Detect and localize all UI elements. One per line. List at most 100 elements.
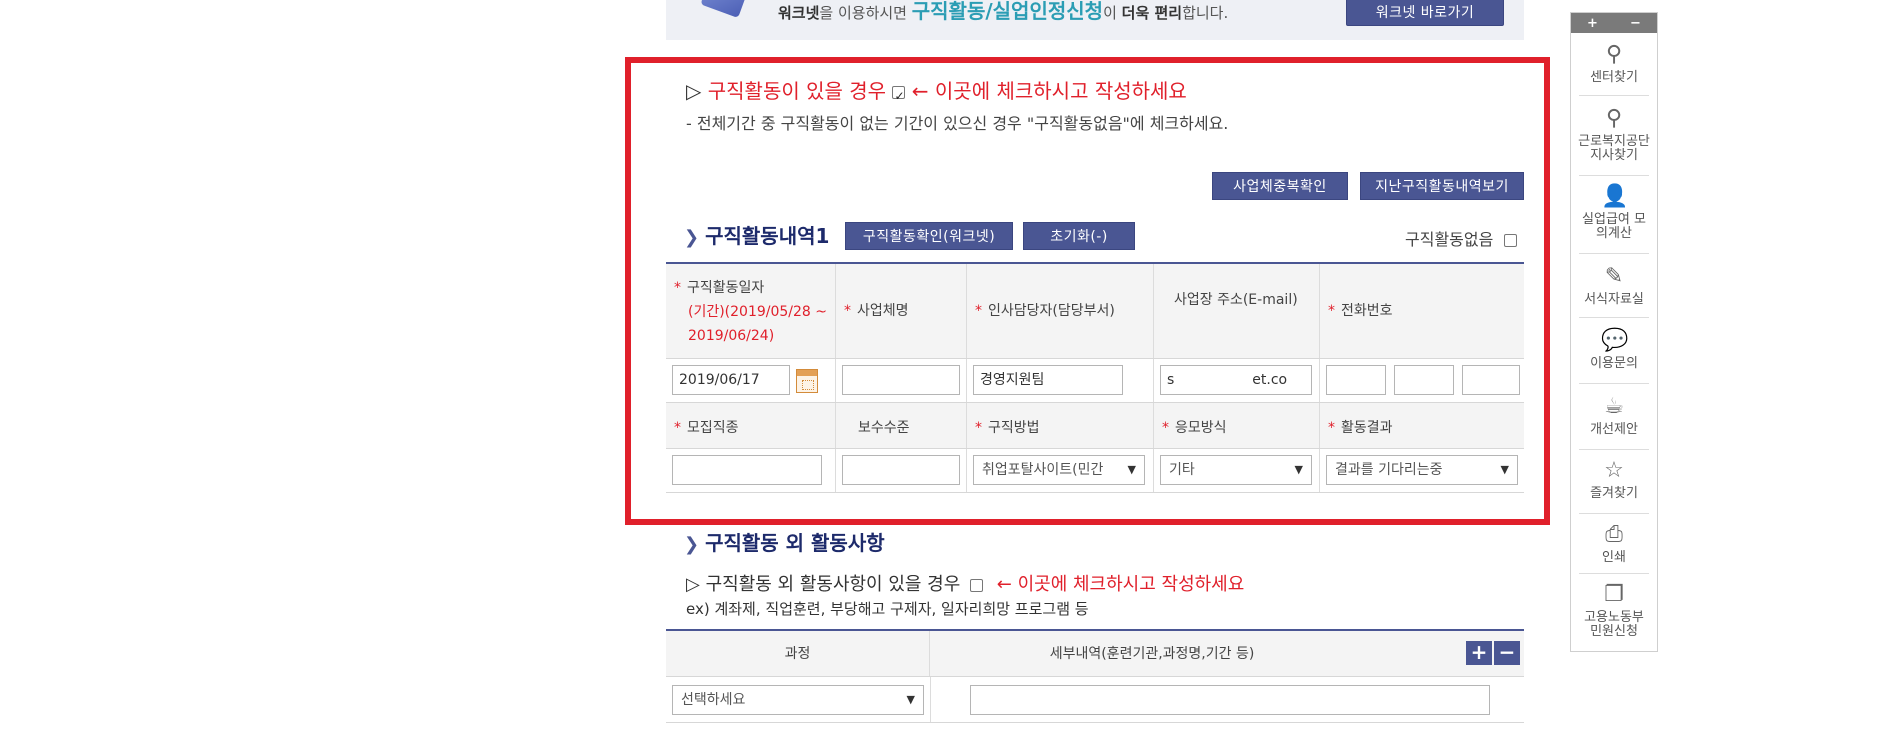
other-activity-checkbox[interactable]: [970, 578, 984, 592]
company-name-input[interactable]: [842, 365, 960, 395]
banner-highlight: 구직활동/실업인정신청: [911, 0, 1104, 23]
no-activity-label: 구직활동없음: [1405, 230, 1494, 249]
phone-part1-input[interactable]: [1326, 365, 1386, 395]
other-activity-check-line: ▷ 구직활동 외 활동사항이 있을 경우 ← 이곳에 체크하시고 작성하세요: [686, 570, 1244, 596]
quick-menu-item-print[interactable]: ⎙ 인쇄: [1571, 523, 1657, 565]
apply-header: * 응모방식: [1154, 403, 1320, 448]
quick-menu-item-suggestion[interactable]: ☕ 개선제안: [1571, 395, 1657, 437]
dropdown-caret-icon: ▼: [906, 693, 915, 706]
company-cell: [836, 359, 967, 402]
worknet-activity-confirm-button[interactable]: 구직활동확인(워크넷): [845, 222, 1013, 250]
quick-menu-item-center-search[interactable]: ⚲ 센터찾기: [1571, 43, 1657, 85]
required-mark: *: [975, 303, 982, 319]
method-header: * 구직방법: [967, 403, 1154, 448]
table-row: 선택하세요 ▼: [666, 677, 1524, 723]
banner-bold: 더욱 편리: [1121, 4, 1183, 22]
phone-header: * 전화번호: [1320, 264, 1524, 358]
course-column-header: 과정: [666, 631, 930, 676]
other-activity-examples: ex) 계좌제, 직업훈련, 부당해고 구제자, 일자리희망 프로그램 등: [686, 600, 1089, 618]
email-cell: s et.co: [1154, 359, 1320, 402]
reset-button[interactable]: 초기화(-): [1023, 222, 1135, 250]
quick-menu-item-forms[interactable]: ✎ 서식자료실: [1571, 265, 1657, 307]
date-cell: 2019/06/17: [666, 359, 836, 402]
method-label: 구직방법: [988, 420, 1040, 436]
quick-menu-label: 즐겨찾기: [1590, 486, 1638, 501]
no-activity-instruction: - 전체기간 중 구직활동이 없는 기간이 있으신 경우 "구직활동없음"에 체…: [686, 114, 1229, 133]
detail-input[interactable]: [970, 685, 1490, 715]
activity-result-select[interactable]: 결과를 기다리는중 ▼: [1326, 455, 1518, 485]
no-activity-checkbox[interactable]: [1504, 234, 1518, 247]
banner-text-suffix: 합니다.: [1182, 4, 1229, 22]
section-title-text: 구직활동내역1: [705, 224, 830, 248]
email-header: 사업장 주소(E-mail): [1154, 264, 1320, 358]
triangle-marker: ▷: [686, 79, 702, 103]
zoom-in-button[interactable]: +: [1587, 16, 1598, 31]
job-type-cell: [666, 449, 836, 492]
dropdown-caret-icon: ▼: [1123, 456, 1136, 484]
other-activity-check-label: 구직활동 외 활동사항이 있을 경우: [705, 574, 961, 595]
quick-menu-header: + −: [1571, 13, 1657, 33]
location-pin-icon: ⚲: [1605, 106, 1623, 131]
duplicate-company-check-button[interactable]: 사업체중복확인: [1212, 172, 1348, 200]
quick-menu-item-inquiry[interactable]: 💬 이용문의: [1571, 329, 1657, 371]
add-row-button[interactable]: +: [1466, 641, 1492, 665]
required-mark: *: [674, 420, 681, 436]
manager-label: 인사담당자(담당부서): [988, 303, 1115, 319]
table-row: 취업포탈사이트(민간 ▼ 기타 ▼ 결과를 기다리는중 ▼: [666, 449, 1524, 493]
edit-icon: ✎: [1604, 264, 1624, 289]
dropdown-caret-icon: ▼: [1294, 463, 1303, 476]
job-activity-check-label: 구직활동이 있을 경우: [707, 79, 887, 103]
company-label: 사업체명: [857, 303, 909, 319]
required-mark: *: [1328, 420, 1335, 436]
salary-header: 보수수준: [836, 403, 967, 448]
quick-menu-label: 서식자료실: [1584, 292, 1644, 307]
worknet-logo-icon: [700, 0, 748, 18]
email-value-start: s: [1167, 372, 1175, 388]
phone-part2-input[interactable]: [1394, 365, 1454, 395]
quick-menu-label: 고용노동부 민원신청: [1584, 610, 1644, 639]
date-period: (기간)(2019/05/28 ~ 2019/06/24): [688, 304, 828, 344]
course-select[interactable]: 선택하세요 ▼: [672, 685, 924, 715]
course-select-value: 선택하세요: [681, 692, 746, 708]
email-input[interactable]: s et.co: [1160, 365, 1312, 395]
quick-menu: + − ⚲ 센터찾기 ⚲ 근로복지공단 지사찾기 👤 실업급여 모의계산 ✎ 서…: [1570, 12, 1658, 652]
documents-icon: ❐: [1604, 582, 1624, 607]
activity-date-input[interactable]: 2019/06/17: [672, 365, 790, 395]
quick-menu-item-ministry-petition[interactable]: ❐ 고용노동부 민원신청: [1571, 583, 1657, 639]
result-cell: 결과를 기다리는중 ▼: [1320, 449, 1524, 492]
phone-part3-input[interactable]: [1462, 365, 1520, 395]
quick-menu-item-benefit-calc[interactable]: 👤 실업급여 모의계산: [1571, 185, 1657, 241]
quick-menu-item-favorites[interactable]: ☆ 즐겨찾기: [1571, 459, 1657, 501]
apply-selected-value: 기타: [1169, 462, 1195, 478]
table-header-row: * 구직활동일자 (기간)(2019/05/28 ~ 2019/06/24) * 사…: [666, 264, 1524, 359]
job-activity-checkbox[interactable]: [892, 83, 906, 109]
job-type-input[interactable]: [672, 455, 822, 485]
remove-row-button[interactable]: −: [1494, 641, 1520, 665]
other-activity-table: 과정 세부내역(훈련기관,과정명,기간 등) + − 선택하세요 ▼: [666, 629, 1524, 723]
job-activity-check-line: ▷ 구직활동이 있을 경우 ← 이곳에 체크하시고 작성하세요: [686, 78, 1187, 109]
phone-cell: [1320, 359, 1524, 402]
zoom-out-button[interactable]: −: [1630, 16, 1641, 31]
salary-input[interactable]: [842, 455, 960, 485]
job-search-method-select[interactable]: 취업포탈사이트(민간 ▼: [973, 455, 1145, 485]
table-row: 2019/06/17 경영지원팀 s et.co: [666, 359, 1524, 403]
required-mark: *: [975, 420, 982, 436]
result-selected-value: 결과를 기다리는중: [1335, 462, 1443, 478]
banner-text-mid: 을 이용하시면: [819, 4, 912, 22]
application-method-select[interactable]: 기타 ▼: [1160, 455, 1312, 485]
quick-menu-item-branch-search[interactable]: ⚲ 근로복지공단 지사찾기: [1571, 107, 1657, 163]
calendar-icon[interactable]: [796, 369, 818, 393]
quick-menu-label: 개선제안: [1590, 422, 1638, 437]
email-value-end: et.co: [1252, 372, 1288, 388]
company-header: * 사업체명: [836, 264, 967, 358]
worknet-shortcut-button[interactable]: 워크넷 바로가기: [1346, 0, 1504, 26]
banner-text-mid2: 이: [1103, 4, 1122, 22]
detail-column-header: 세부내역(훈련기관,과정명,기간 등): [1049, 646, 1255, 662]
salary-label: 보수수준: [858, 420, 910, 436]
manager-header: * 인사담당자(담당부서): [967, 264, 1154, 358]
manager-input[interactable]: 경영지원팀: [973, 365, 1123, 395]
check-instruction-note: ← 이곳에 체크하시고 작성하세요: [911, 79, 1187, 103]
quick-menu-label: 근로복지공단 지사찾기: [1578, 134, 1650, 163]
table-header-row: 과정 세부내역(훈련기관,과정명,기간 등) + −: [666, 631, 1524, 677]
past-job-activity-button[interactable]: 지난구직활동내역보기: [1360, 172, 1524, 200]
